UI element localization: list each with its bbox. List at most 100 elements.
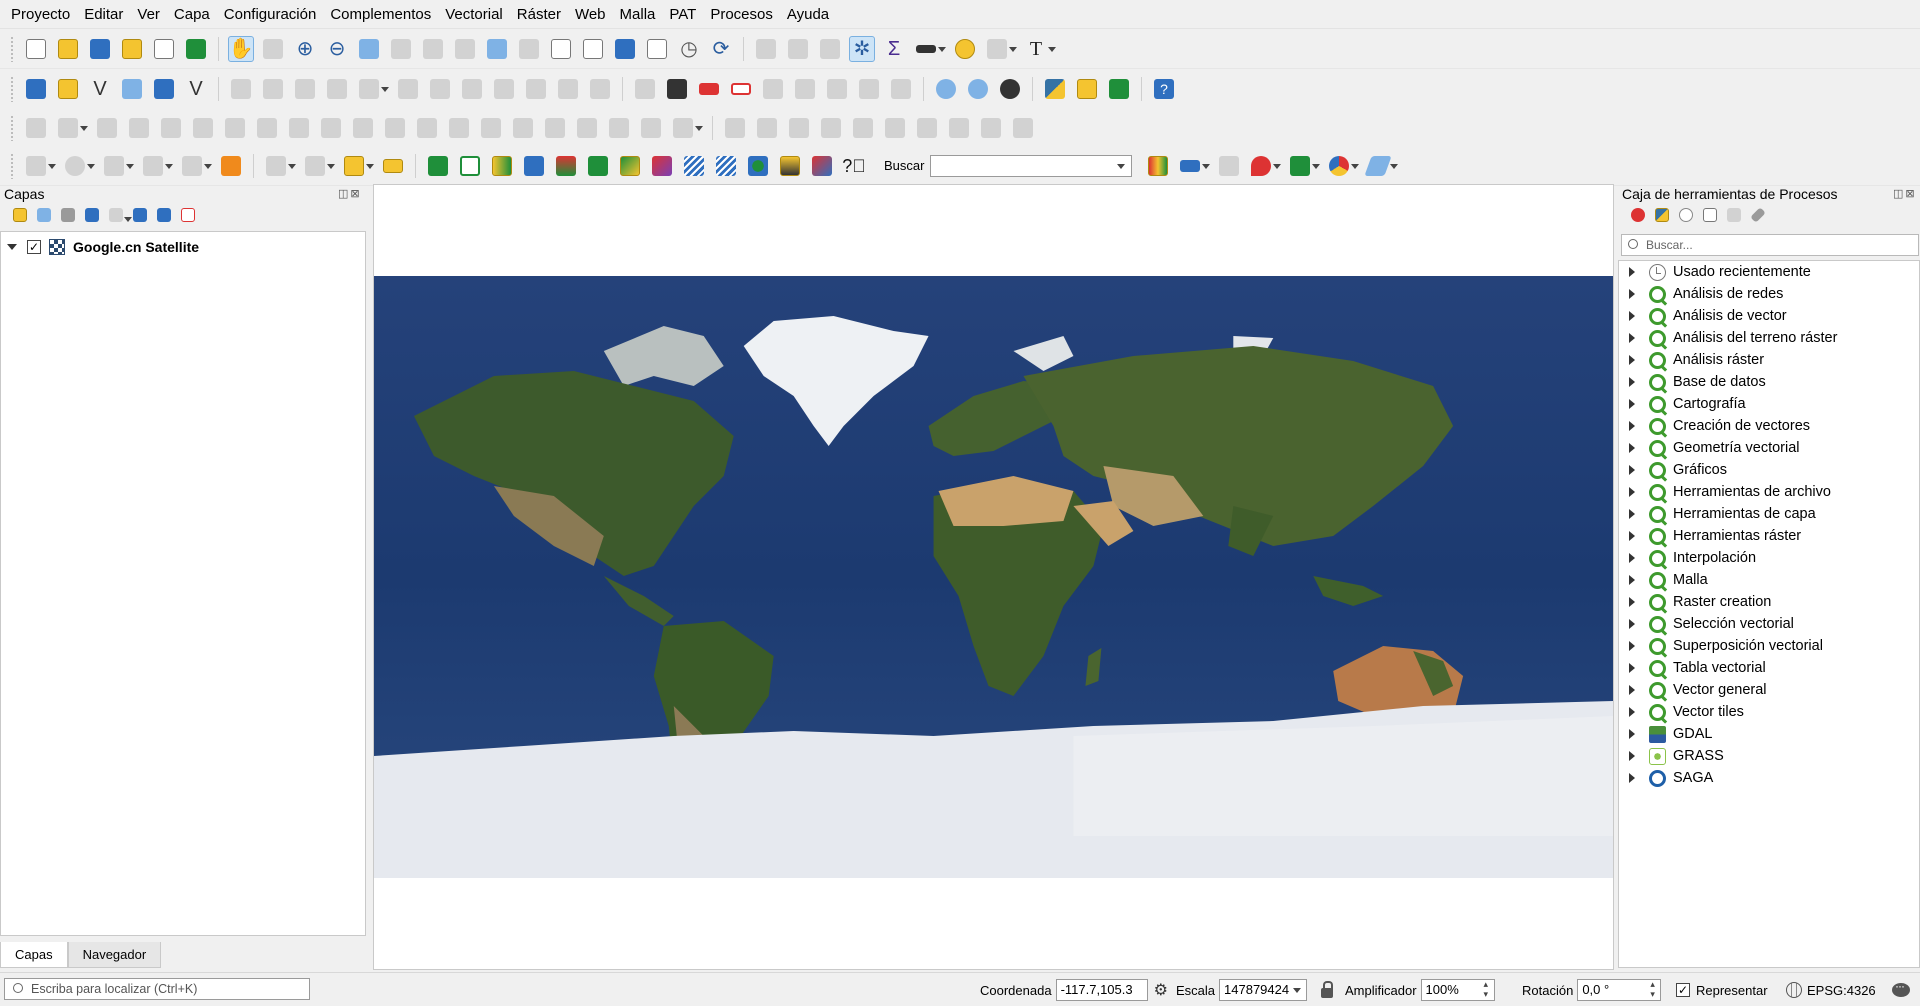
- plugin-tool-1[interactable]: [425, 153, 451, 179]
- python-console-button[interactable]: [1042, 76, 1068, 102]
- digitize-tool-20[interactable]: [638, 115, 664, 141]
- plugin-tool-17[interactable]: [1248, 153, 1282, 179]
- new-spatial-bookmark-button[interactable]: [612, 36, 638, 62]
- plugin-button-1[interactable]: [1074, 76, 1100, 102]
- menu-proyecto[interactable]: Proyecto: [4, 0, 77, 29]
- menu-procesos[interactable]: Procesos: [703, 0, 780, 29]
- rotation-spinbox[interactable]: 0,0 °: [1577, 979, 1662, 1001]
- proc-item-plots[interactable]: Gráficos: [1619, 459, 1919, 481]
- digitize-tool-22[interactable]: [722, 115, 748, 141]
- proc-item-raster-analysis[interactable]: Análisis ráster: [1619, 349, 1919, 371]
- digitize-tool-4[interactable]: [126, 115, 152, 141]
- digitize-tool-7[interactable]: [222, 115, 248, 141]
- plugin-tool-3[interactable]: [489, 153, 515, 179]
- expand-arrow-icon[interactable]: [1629, 421, 1635, 431]
- new-virtual-layer-button[interactable]: V: [183, 76, 209, 102]
- layer-diagram-options-button[interactable]: [696, 76, 722, 102]
- save-project-button[interactable]: [87, 36, 113, 62]
- measure-line-button[interactable]: [913, 36, 946, 62]
- menu-ayuda[interactable]: Ayuda: [780, 0, 836, 29]
- plugin-tool-18[interactable]: [1287, 153, 1321, 179]
- proc-item-vector-tiles[interactable]: Vector tiles: [1619, 701, 1919, 723]
- messages-group[interactable]: [1892, 973, 1910, 1006]
- menu-configuracion[interactable]: Configuración: [217, 0, 324, 29]
- expand-arrow-icon[interactable]: [1629, 289, 1635, 299]
- digitize-tool-5[interactable]: [158, 115, 184, 141]
- copy-features-button[interactable]: [491, 76, 517, 102]
- magnifier-spinbox[interactable]: 100%: [1420, 979, 1495, 1001]
- edit-features-in-place-button[interactable]: [1725, 206, 1743, 224]
- digitize-tool-19[interactable]: [606, 115, 632, 141]
- processing-options-button[interactable]: [1749, 206, 1767, 224]
- expand-arrow-icon[interactable]: [1629, 311, 1635, 321]
- remove-layer-button[interactable]: [179, 206, 197, 224]
- proc-item-mesh[interactable]: Malla: [1619, 569, 1919, 591]
- digitize-tool-1[interactable]: [23, 115, 49, 141]
- processing-search-input[interactable]: Buscar...: [1621, 234, 1919, 256]
- new-temporary-layer-button[interactable]: [151, 76, 177, 102]
- digitize-tool-13[interactable]: [414, 115, 440, 141]
- show-bookmarks-button[interactable]: [644, 36, 670, 62]
- help-button[interactable]: ?: [1151, 76, 1177, 102]
- open-attribute-table-button[interactable]: [785, 36, 811, 62]
- expand-arrow-icon[interactable]: [1629, 465, 1635, 475]
- refresh-button[interactable]: ⟳: [708, 36, 734, 62]
- cut-features-button[interactable]: [459, 76, 485, 102]
- new-geopackage-layer-button[interactable]: [55, 76, 81, 102]
- history-button[interactable]: [1677, 206, 1695, 224]
- change-label-button[interactable]: [888, 76, 914, 102]
- menu-ver[interactable]: Ver: [130, 0, 167, 29]
- shape-digitize-button[interactable]: [23, 153, 56, 179]
- digitize-tool-30[interactable]: [978, 115, 1004, 141]
- polygon-digitize-button[interactable]: [179, 153, 212, 179]
- zoom-out-button[interactable]: ⊖: [324, 36, 350, 62]
- zoom-next-button[interactable]: [516, 36, 542, 62]
- rotate-label-button[interactable]: [856, 76, 882, 102]
- menu-vectorial[interactable]: Vectorial: [438, 0, 510, 29]
- digitize-tool-29[interactable]: [946, 115, 972, 141]
- zoom-to-layer-button[interactable]: [420, 36, 446, 62]
- expand-arrow-icon[interactable]: [1629, 773, 1635, 783]
- expand-arrow-icon[interactable]: [1629, 751, 1635, 761]
- show-hide-labels-button[interactable]: [792, 76, 818, 102]
- add-wcs-layer-button[interactable]: [965, 76, 991, 102]
- new-map-view-button[interactable]: [548, 36, 574, 62]
- digitize-tool-26[interactable]: [850, 115, 876, 141]
- new-3d-map-view-button[interactable]: [580, 36, 606, 62]
- digitize-tool-15[interactable]: [478, 115, 504, 141]
- add-wms-layer-button[interactable]: [933, 76, 959, 102]
- select-features-button[interactable]: [263, 153, 296, 179]
- add-group-button[interactable]: [35, 206, 53, 224]
- plugin-tool-10[interactable]: [713, 153, 739, 179]
- proc-item-database[interactable]: Base de datos: [1619, 371, 1919, 393]
- expand-arrow-icon[interactable]: [1629, 267, 1635, 277]
- toolbar-handle[interactable]: [10, 75, 14, 102]
- proc-item-vector-general[interactable]: Vector general: [1619, 679, 1919, 701]
- delete-selected-button[interactable]: [427, 76, 453, 102]
- proc-item-vector-selection[interactable]: Selección vectorial: [1619, 613, 1919, 635]
- map-canvas[interactable]: [373, 184, 1614, 970]
- plugin-tool-13[interactable]: [809, 153, 835, 179]
- highlight-pinned-labels-button[interactable]: [728, 76, 754, 102]
- proc-item-saga[interactable]: SAGA: [1619, 767, 1919, 789]
- expand-arrow-icon[interactable]: [1629, 355, 1635, 365]
- expand-arrow-icon[interactable]: [1629, 597, 1635, 607]
- plugin-tool-7[interactable]: [617, 153, 643, 179]
- menu-web[interactable]: Web: [568, 0, 613, 29]
- digitize-tool-6[interactable]: [190, 115, 216, 141]
- digitize-tool-31[interactable]: [1010, 115, 1036, 141]
- plugin-tool-15[interactable]: [1177, 153, 1211, 179]
- new-spatialite-layer-button[interactable]: [119, 76, 145, 102]
- expand-all-button[interactable]: [131, 206, 149, 224]
- digitize-tool-10[interactable]: [318, 115, 344, 141]
- pan-map-button[interactable]: ✋: [228, 35, 254, 62]
- proc-item-raster-terrain[interactable]: Análisis del terreno ráster: [1619, 327, 1919, 349]
- proc-item-vector-table[interactable]: Tabla vectorial: [1619, 657, 1919, 679]
- plugin-tool-11[interactable]: [745, 153, 771, 179]
- select-by-location-button[interactable]: [984, 36, 1017, 62]
- mesh-digitize-button[interactable]: [218, 153, 244, 179]
- select-by-value-button[interactable]: [302, 153, 335, 179]
- plugin-tool-20[interactable]: [1364, 153, 1399, 179]
- plugin-tool-16[interactable]: [1216, 153, 1242, 179]
- add-wfs-layer-button[interactable]: [997, 76, 1023, 102]
